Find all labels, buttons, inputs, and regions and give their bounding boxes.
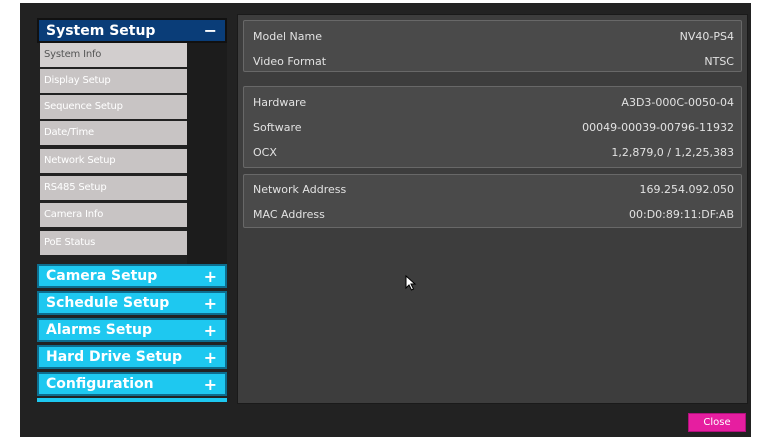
info-row-ocx: OCX 1,2,879,0 / 1,2,25,383	[244, 142, 741, 162]
info-value: NV40-PS4	[679, 30, 734, 43]
info-label: MAC Address	[253, 208, 325, 221]
expand-icon: +	[203, 374, 217, 394]
submenu-item-display-setup[interactable]: Display Setup	[40, 69, 187, 93]
section-configuration[interactable]: Configuration +	[37, 372, 227, 396]
info-label: Network Address	[253, 183, 347, 196]
section-label: Alarms Setup	[46, 322, 153, 338]
section-camera-setup[interactable]: Camera Setup +	[37, 264, 227, 288]
section-next-edge	[37, 398, 227, 402]
submenu-item-sequence-setup[interactable]: Sequence Setup	[40, 95, 187, 119]
setup-menu: System Setup − System Info Display Setup…	[37, 18, 227, 403]
section-alarms-setup[interactable]: Alarms Setup +	[37, 318, 227, 342]
section-label: Schedule Setup	[46, 295, 170, 311]
expand-icon: +	[203, 347, 217, 367]
info-value: A3D3-000C-0050-04	[621, 96, 734, 109]
info-row-software: Software 00049-00039-00796-11932	[244, 117, 741, 137]
info-label: Software	[253, 121, 302, 134]
section-system-setup[interactable]: System Setup −	[37, 18, 227, 43]
collapse-icon: −	[203, 21, 217, 40]
info-value: 1,2,879,0 / 1,2,25,383	[611, 146, 734, 159]
info-value: 169.254.092.050	[639, 183, 734, 196]
info-group-versions: Hardware A3D3-000C-0050-04 Software 0004…	[243, 86, 742, 168]
submenu-strip	[187, 43, 227, 276]
section-label: Hard Drive Setup	[46, 349, 183, 365]
system-info-panel: Model Name NV40-PS4 Video Format NTSC Ha…	[237, 14, 748, 404]
expand-icon: +	[203, 293, 217, 313]
info-row-video-format: Video Format NTSC	[244, 51, 741, 71]
expand-icon: +	[203, 320, 217, 340]
submenu-item-camera-info[interactable]: Camera Info	[40, 203, 187, 227]
info-value: NTSC	[704, 55, 734, 68]
expand-icon: +	[203, 266, 217, 286]
section-schedule-setup[interactable]: Schedule Setup +	[37, 291, 227, 315]
info-row-network-address: Network Address 169.254.092.050	[244, 179, 741, 199]
submenu-item-network-setup[interactable]: Network Setup	[40, 149, 187, 173]
info-label: OCX	[253, 146, 277, 159]
info-label: Video Format	[253, 55, 327, 68]
info-value: 00049-00039-00796-11932	[582, 121, 734, 134]
info-row-model-name: Model Name NV40-PS4	[244, 26, 741, 46]
submenu-item-system-info[interactable]: System Info	[40, 43, 187, 67]
submenu-item-poe-status[interactable]: PoE Status	[40, 231, 187, 255]
section-label: Camera Setup	[46, 268, 158, 284]
section-hard-drive-setup[interactable]: Hard Drive Setup +	[37, 345, 227, 369]
info-label: Model Name	[253, 30, 322, 43]
submenu-item-rs485-setup[interactable]: RS485 Setup	[40, 176, 187, 200]
section-label: Configuration	[46, 376, 154, 392]
info-group-model: Model Name NV40-PS4 Video Format NTSC	[243, 20, 742, 72]
submenu-item-date-time[interactable]: Date/Time	[40, 121, 187, 145]
info-value: 00:D0:89:11:DF:AB	[628, 208, 734, 221]
mouse-cursor-icon	[405, 275, 417, 291]
info-group-network: Network Address 169.254.092.050 MAC Addr…	[243, 174, 742, 228]
close-button[interactable]: Close	[688, 413, 746, 432]
section-label: System Setup	[46, 22, 156, 39]
info-row-hardware: Hardware A3D3-000C-0050-04	[244, 92, 741, 112]
info-label: Hardware	[253, 96, 307, 109]
info-row-mac-address: MAC Address 00:D0:89:11:DF:AB	[244, 204, 741, 224]
